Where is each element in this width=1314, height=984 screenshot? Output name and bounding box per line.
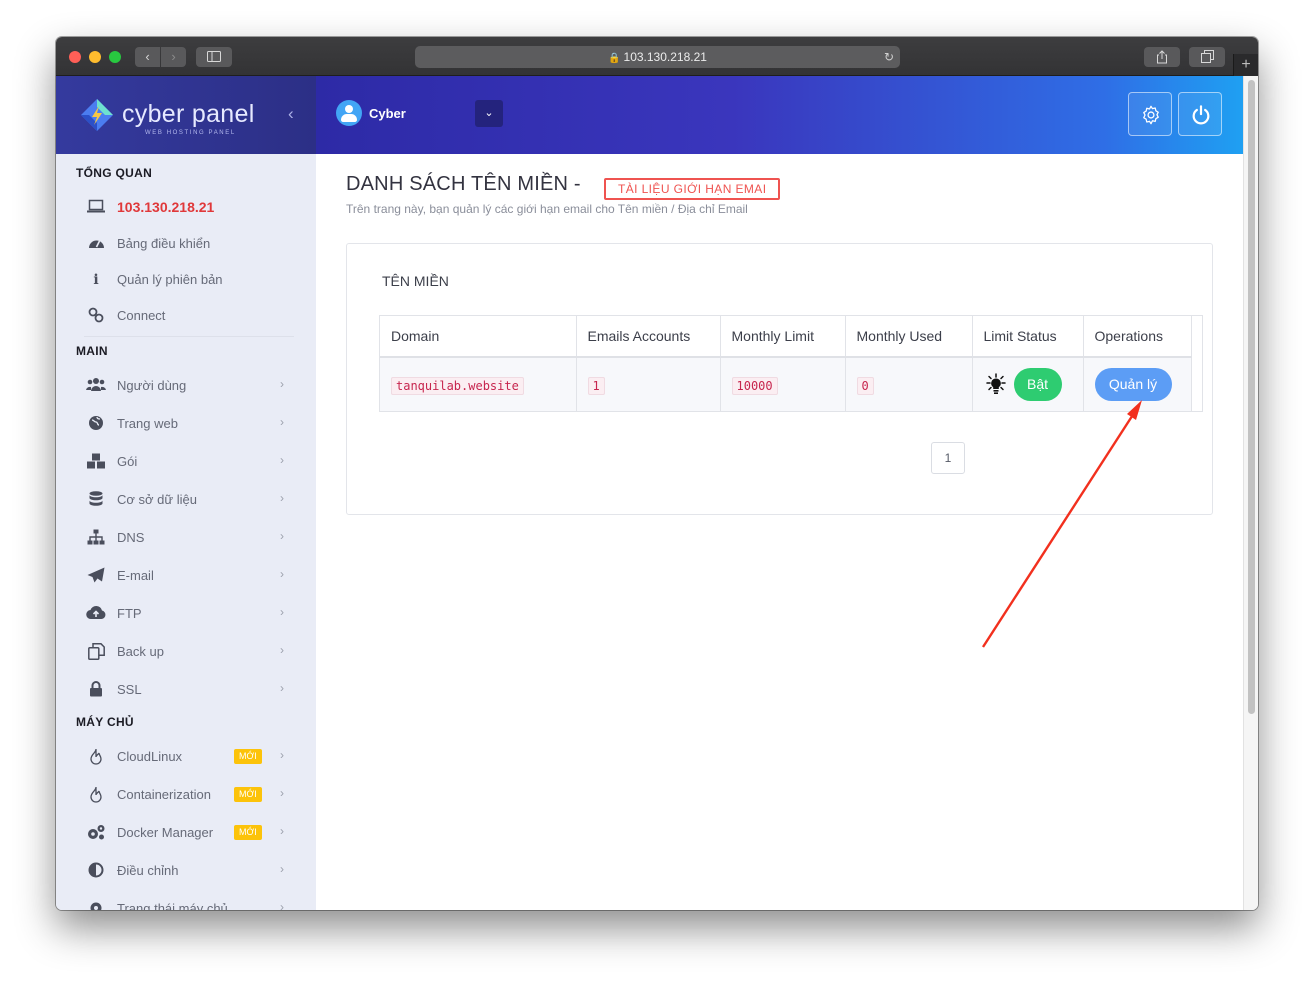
annotation-arrow: [981, 400, 1142, 648]
